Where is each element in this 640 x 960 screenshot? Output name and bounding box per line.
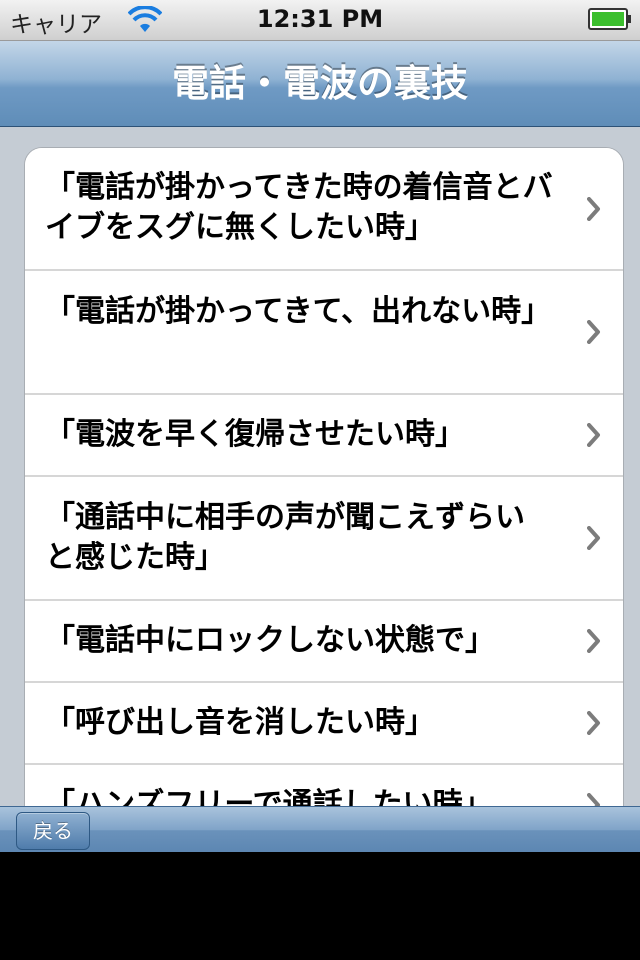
list-item[interactable]: 「通話中に相手の声が聞こえずらいと感じた時」 xyxy=(25,477,623,601)
back-button[interactable]: 戻る xyxy=(16,812,90,850)
app-screen: キャリア 12:31 PM 電話・電波の裏技 「電話が掛かってきた時の着信音とバ… xyxy=(0,0,640,852)
list-item[interactable]: 「電話が掛かってきた時の着信音とバイブをスグに無くしたい時」 xyxy=(25,148,623,271)
chevron-right-icon xyxy=(587,629,600,653)
battery-icon xyxy=(588,8,631,30)
menu-list: 「電話が掛かってきた時の着信音とバイブをスグに無くしたい時」 「電話が掛かってき… xyxy=(24,147,624,848)
list-item[interactable]: 「電波を早く復帰させたい時」 xyxy=(25,395,623,477)
list-item-label: 「電話が掛かってきて、出れない時」 xyxy=(45,294,552,329)
status-bar: キャリア 12:31 PM xyxy=(0,0,640,41)
navigation-bar: 電話・電波の裏技 xyxy=(0,41,640,127)
list-item-label: 「通話中に相手の声が聞こえずらいと感じた時」 xyxy=(45,500,525,575)
chevron-right-icon xyxy=(587,196,600,221)
status-time: 12:31 PM xyxy=(256,5,384,33)
list-item[interactable]: 「呼び出し音を消したい時」 xyxy=(25,683,623,765)
chevron-right-icon xyxy=(587,526,600,550)
list-item-label: 「呼び出し音を消したい時」 xyxy=(45,705,435,740)
page-title: 電話・電波の裏技 xyxy=(172,62,468,105)
list-item-label: 「電話中にロックしない状態で」 xyxy=(45,623,495,658)
chevron-right-icon xyxy=(587,320,600,344)
chevron-right-icon xyxy=(587,423,600,447)
list-item[interactable]: 「電話が掛かってきて、出れない時」 xyxy=(25,271,623,395)
list-item[interactable]: 「電話中にロックしない状態で」 xyxy=(25,601,623,683)
screen-bezel xyxy=(0,852,640,960)
bottom-toolbar: 戻る xyxy=(0,806,640,852)
list-item-label: 「電話が掛かってきた時の着信音とバイブをスグに無くしたい時」 xyxy=(45,170,553,245)
chevron-right-icon xyxy=(587,711,600,735)
list-item-label: 「電波を早く復帰させたい時」 xyxy=(45,417,465,452)
